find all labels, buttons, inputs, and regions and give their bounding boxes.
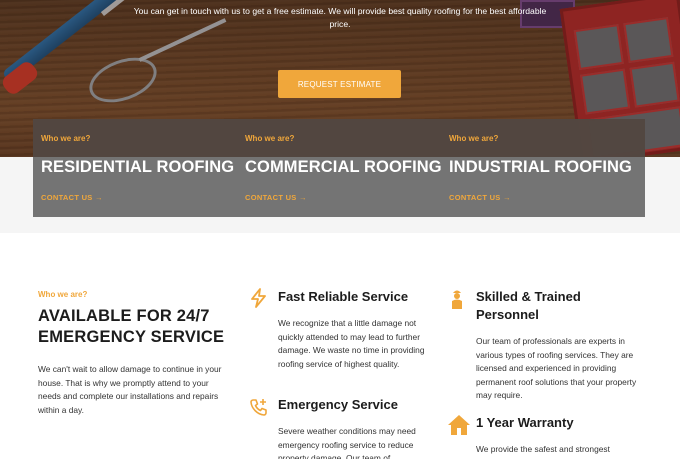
- about-section: Who we are? AVAILABLE FOR 24/7 EMERGENCY…: [38, 284, 238, 415]
- feature-text: We recognize that a little damage not qu…: [278, 318, 425, 369]
- feature-emergency-service: Emergency Service Severe weather conditi…: [249, 397, 439, 459]
- feature-fast-service: Fast Reliable Service We recognize that …: [249, 288, 439, 388]
- service-eyebrow: Who we are?: [245, 134, 295, 143]
- feature-title: Emergency Service: [278, 397, 398, 412]
- phone-plus-icon: [249, 397, 269, 417]
- contact-us-link[interactable]: CONTACT US →: [41, 193, 103, 202]
- feature-text: Severe weather conditions may need emerg…: [278, 426, 416, 459]
- service-card-residential: Who we are? RESIDENTIAL ROOFING CONTACT …: [33, 119, 237, 217]
- contact-us-link[interactable]: CONTACT US →: [449, 193, 511, 202]
- feature-title: Fast Reliable Service: [278, 289, 409, 304]
- lightning-icon: [249, 288, 269, 308]
- service-card-industrial: Who we are? INDUSTRIAL ROOFING CONTACT U…: [441, 119, 645, 217]
- contact-us-link[interactable]: CONTACT US →: [245, 193, 307, 202]
- request-estimate-button[interactable]: REQUEST ESTIMATE: [278, 70, 401, 98]
- about-text: We can't wait to allow damage to continu…: [38, 364, 222, 415]
- about-eyebrow: Who we are?: [38, 290, 88, 299]
- feature-skilled-personnel: Skilled & Trained Personnel Our team of …: [447, 288, 647, 408]
- house-icon: [447, 413, 471, 437]
- service-eyebrow: Who we are?: [41, 134, 91, 143]
- service-title: RESIDENTIAL ROOFING: [41, 158, 235, 176]
- services-panel: Who we are? RESIDENTIAL ROOFING CONTACT …: [33, 119, 645, 217]
- feature-title: 1 Year Warranty: [476, 415, 574, 430]
- feature-title: Skilled & Trained Personnel: [476, 289, 581, 322]
- service-eyebrow: Who we are?: [449, 134, 499, 143]
- about-heading: AVAILABLE FOR 24/7 EMERGENCY SERVICE: [38, 307, 225, 346]
- worker-icon: [447, 288, 467, 309]
- feature-text: We provide the safest and strongest: [476, 444, 610, 454]
- service-title: COMMERCIAL ROOFING: [245, 158, 442, 176]
- hero-subtitle: You can get in touch with us to get a fr…: [133, 6, 547, 29]
- service-card-commercial: Who we are? COMMERCIAL ROOFING CONTACT U…: [237, 119, 442, 217]
- service-title: INDUSTRIAL ROOFING: [449, 158, 632, 176]
- feature-warranty: 1 Year Warranty We provide the safest an…: [447, 413, 647, 459]
- feature-text: Our team of professionals are experts in…: [476, 336, 637, 400]
